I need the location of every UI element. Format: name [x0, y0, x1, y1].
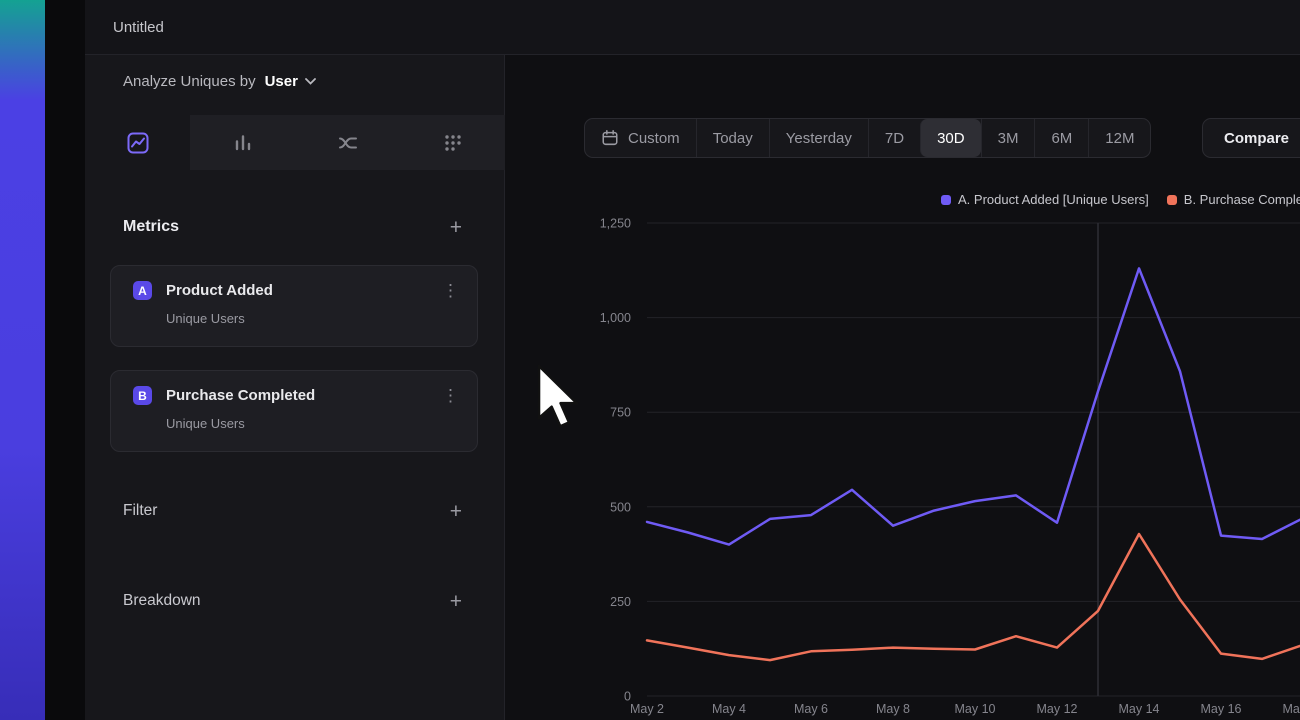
metric-menu-icon[interactable]: ⋮ — [438, 387, 463, 404]
metric-card-a-row: A Product Added ⋮ — [111, 266, 477, 300]
breakdown-heading: Breakdown — [123, 592, 201, 610]
svg-text:1,250: 1,250 — [600, 217, 631, 231]
metric-title: Product Added — [166, 282, 424, 299]
chart-panel: Custom Today Yesterday 7D 30D 3M 6M 12M … — [505, 55, 1300, 720]
flows-icon — [337, 132, 359, 154]
svg-text:May 14: May 14 — [1119, 702, 1160, 716]
svg-text:May 10: May 10 — [955, 702, 996, 716]
breakdown-section-header: Breakdown + — [123, 585, 466, 617]
metric-measurement[interactable]: Unique Users — [111, 300, 477, 326]
add-breakdown-button[interactable]: + — [446, 589, 466, 614]
analyze-by-value: User — [265, 73, 298, 90]
app-window: Untitled Analyze Uniques by User — [85, 0, 1300, 720]
svg-text:May 12: May 12 — [1037, 702, 1078, 716]
svg-text:500: 500 — [610, 500, 631, 514]
metric-card-b-row: B Purchase Completed ⋮ — [111, 371, 477, 405]
svg-text:May 2: May 2 — [630, 702, 664, 716]
background-gradient-strip — [0, 0, 45, 720]
analyze-by-select[interactable]: User — [265, 73, 316, 90]
background-gutter — [45, 0, 85, 720]
add-metric-button[interactable]: + — [446, 215, 466, 240]
svg-text:May 18: May 18 — [1283, 702, 1300, 716]
metric-card-a[interactable]: A Product Added ⋮ Unique Users — [110, 265, 478, 347]
report-type-tabs — [85, 115, 505, 170]
report-title[interactable]: Untitled — [113, 19, 164, 36]
screen: Untitled Analyze Uniques by User — [0, 0, 1300, 720]
svg-text:750: 750 — [610, 406, 631, 420]
svg-text:May 6: May 6 — [794, 702, 828, 716]
tab-funnels[interactable] — [190, 115, 295, 170]
metric-badge-b: B — [133, 386, 152, 405]
topbar: Untitled — [85, 0, 1300, 55]
svg-text:May 4: May 4 — [712, 702, 746, 716]
metric-menu-icon[interactable]: ⋮ — [438, 282, 463, 299]
metric-title: Purchase Completed — [166, 387, 424, 404]
tab-retention[interactable] — [400, 115, 505, 170]
metric-measurement[interactable]: Unique Users — [111, 405, 477, 431]
tab-insights[interactable] — [85, 115, 190, 170]
svg-text:250: 250 — [610, 595, 631, 609]
metrics-heading: Metrics — [123, 218, 179, 236]
analyze-by-row: Analyze Uniques by User — [123, 73, 316, 90]
add-filter-button[interactable]: + — [446, 499, 466, 524]
tab-flows[interactable] — [295, 115, 400, 170]
chevron-down-icon — [305, 78, 316, 85]
svg-text:1,000: 1,000 — [600, 311, 631, 325]
metrics-section-header: Metrics + — [123, 211, 466, 243]
metric-badge-a: A — [133, 281, 152, 300]
svg-text:May 8: May 8 — [876, 702, 910, 716]
query-sidebar: Analyze Uniques by User — [85, 55, 505, 720]
filter-heading: Filter — [123, 502, 157, 520]
bar-chart-icon — [232, 132, 254, 154]
line-chart-icon — [127, 132, 149, 154]
metric-card-b[interactable]: B Purchase Completed ⋮ Unique Users — [110, 370, 478, 452]
filter-section-header: Filter + — [123, 495, 466, 527]
retention-grid-icon — [442, 132, 464, 154]
line-chart[interactable]: 02505007501,0001,250May 2May 4May 6May 8… — [505, 55, 1300, 720]
svg-text:May 16: May 16 — [1201, 702, 1242, 716]
analyze-by-label: Analyze Uniques by — [123, 73, 256, 90]
